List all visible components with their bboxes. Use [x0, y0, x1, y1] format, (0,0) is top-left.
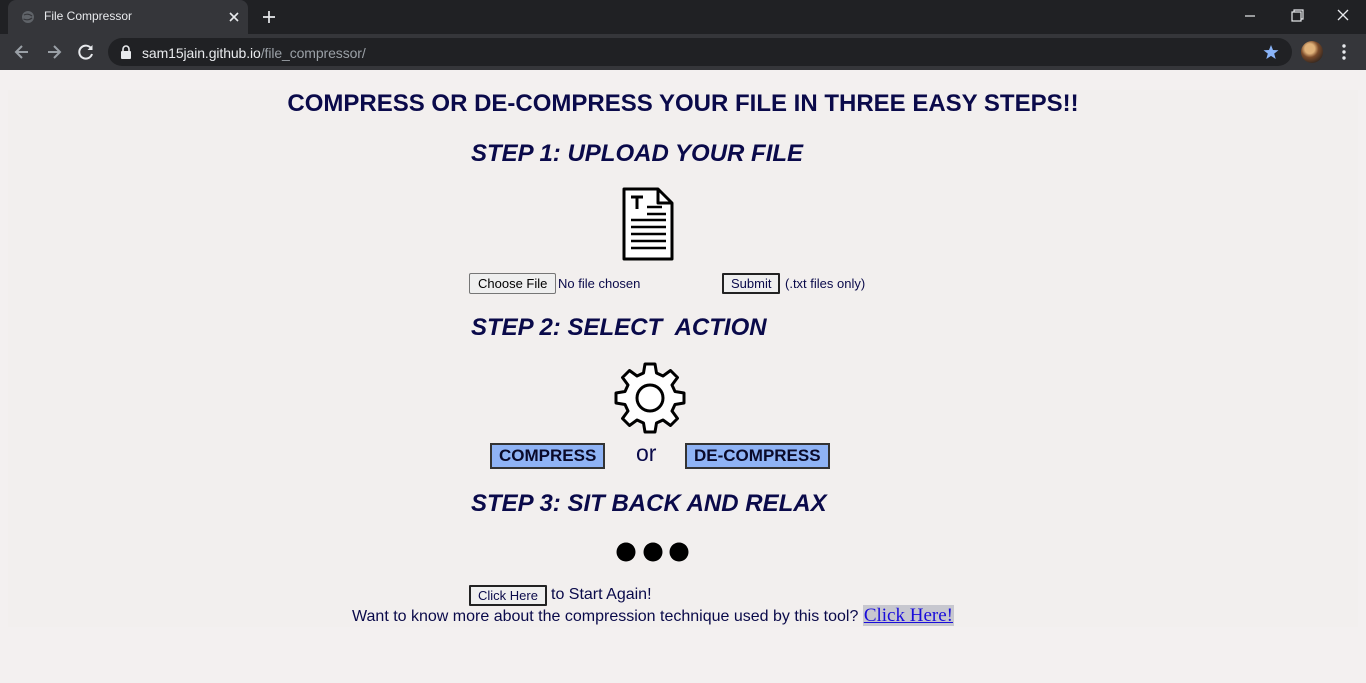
info-text: Want to know more about the compression … — [352, 608, 859, 625]
page-viewport: COMPRESS OR DE-COMPRESS YOUR FILE IN THR… — [0, 70, 1366, 683]
profile-avatar[interactable] — [1301, 41, 1323, 63]
reload-icon[interactable] — [76, 42, 96, 62]
compress-button[interactable]: COMPRESS — [490, 443, 606, 469]
step2-title: STEP 2: SELECT ACTION — [471, 314, 767, 341]
url-text[interactable]: sam15jain.github.io/file_compressor/ — [142, 45, 366, 61]
browser-tab[interactable]: File Compressor — [8, 0, 248, 34]
main-content: COMPRESS OR DE-COMPRESS YOUR FILE IN THR… — [8, 90, 1358, 627]
start-again-button[interactable]: Click Here — [469, 585, 547, 606]
or-separator: or — [636, 440, 657, 466]
technique-info-link[interactable]: Click Here! — [862, 605, 954, 626]
decompress-button[interactable]: DE-COMPRESS — [685, 443, 830, 469]
page-title: COMPRESS OR DE-COMPRESS YOUR FILE IN THR… — [287, 90, 1079, 117]
globe-icon — [22, 11, 34, 23]
lock-icon[interactable] — [120, 45, 132, 59]
back-icon[interactable] — [12, 42, 32, 62]
bookmark-star-icon[interactable] — [1263, 44, 1279, 60]
address-bar[interactable]: sam15jain.github.io/file_compressor/ — [108, 38, 1292, 66]
url-host: sam15jain.github.io — [142, 45, 261, 61]
start-again-text: to Start Again! — [551, 586, 652, 603]
info-line: Want to know more about the compression … — [8, 605, 1298, 627]
tab-title: File Compressor — [44, 9, 133, 23]
gear-icon — [614, 362, 686, 434]
file-type-hint: (.txt files only) — [785, 276, 866, 291]
close-window-icon[interactable] — [1329, 5, 1357, 27]
close-tab-icon[interactable] — [226, 9, 242, 25]
minimize-icon[interactable] — [1236, 5, 1264, 27]
document-icon — [622, 187, 674, 261]
new-tab-icon[interactable] — [260, 8, 278, 26]
browser-toolbar: sam15jain.github.io/file_compressor/ — [0, 34, 1366, 70]
forward-icon[interactable] — [44, 42, 64, 62]
step1-title: STEP 1: UPLOAD YOUR FILE — [471, 140, 804, 167]
file-status-text: No file chosen — [558, 276, 641, 291]
tab-strip: File Compressor — [0, 0, 1366, 34]
url-path: /file_compressor/ — [260, 45, 366, 61]
step3-title: STEP 3: SIT BACK AND RELAX — [471, 490, 827, 517]
submit-button[interactable]: Submit — [722, 273, 781, 294]
choose-file-button[interactable]: Choose File — [469, 273, 557, 294]
restore-icon[interactable] — [1283, 5, 1311, 27]
browser-menu-icon[interactable] — [1336, 43, 1352, 61]
loading-dots-icon — [616, 542, 689, 562]
